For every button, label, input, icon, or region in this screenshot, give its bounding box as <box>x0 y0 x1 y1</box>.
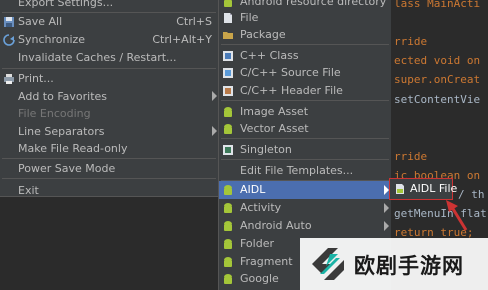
singleton-icon <box>222 144 234 156</box>
menu-item-label: Vector Asset <box>240 122 309 135</box>
menu-item-label: Save All <box>18 15 63 28</box>
menu-separator <box>221 138 389 139</box>
menu-item-label: Fragment <box>240 255 293 268</box>
code-line: super.onCreat <box>394 73 481 86</box>
menu-item-label: Folder <box>240 237 274 250</box>
menu-item-export-settings[interactable]: Export Settings... <box>0 0 218 12</box>
android-icon <box>222 202 234 214</box>
menu-item-label: Make File Read-only <box>18 142 128 155</box>
aidl-submenu: AIDL File <box>389 178 457 200</box>
menu-item-label: Exit <box>18 184 39 197</box>
code-line: setContentVie <box>394 93 481 106</box>
menu-separator <box>2 158 216 159</box>
menu-item-label: Add to Favorites <box>18 90 108 103</box>
android-icon <box>222 273 234 285</box>
menu-item-label: Activity <box>240 201 282 214</box>
android-icon <box>222 0 234 8</box>
android-icon <box>222 123 234 135</box>
print-icon <box>3 73 15 85</box>
menu-item-label: AIDL File <box>410 182 458 195</box>
android-icon <box>222 256 234 268</box>
menu-item-label: Power Save Mode <box>18 162 116 175</box>
menu-item-android-auto[interactable]: Android Auto <box>219 217 391 235</box>
watermark: 欧剧手游网 <box>300 238 488 290</box>
android-icon <box>222 184 234 196</box>
menu-item-add-to-favorites[interactable]: Add to Favorites <box>0 88 218 106</box>
code-line: rride <box>394 150 428 163</box>
menu-separator <box>221 159 389 160</box>
menu-item-cpp-header-file[interactable]: C/C++ Header File <box>219 82 391 100</box>
menu-item-line-separators[interactable]: Line Separators <box>0 123 218 141</box>
menu-item-file-encoding[interactable]: File Encoding <box>0 105 218 123</box>
watermark-text: 欧剧手游网 <box>354 254 464 278</box>
menu-item-label: Image Asset <box>240 105 309 118</box>
menu-item-cpp-source-file[interactable]: C/C++ Source File <box>219 64 391 82</box>
background-area <box>0 197 218 290</box>
menu-item-package[interactable]: Package <box>219 26 391 44</box>
file-menu: Export Settings... Save All Ctrl+S Synch… <box>0 0 219 197</box>
cpp-class-icon <box>222 50 234 62</box>
aidl-file-icon <box>394 183 406 195</box>
menu-item-invalidate-caches[interactable]: Invalidate Caches / Restart... <box>0 49 218 67</box>
package-icon <box>222 29 234 41</box>
sync-icon <box>3 34 15 46</box>
android-icon <box>222 106 234 118</box>
menu-separator <box>221 100 389 101</box>
menu-separator <box>2 178 216 179</box>
menu-separator <box>2 68 216 69</box>
menu-item-singleton[interactable]: Singleton <box>219 141 391 159</box>
submenu-arrow-icon <box>384 203 389 213</box>
submenu-arrow-icon <box>212 91 217 101</box>
code-line: rride <box>394 35 428 48</box>
menu-item-label: Google <box>240 272 279 285</box>
menu-item-label: Line Separators <box>18 125 105 138</box>
menu-item-cpp-class[interactable]: C++ Class <box>219 47 391 65</box>
annotation-arrow-icon <box>446 200 468 231</box>
menu-item-shortcut: Ctrl+Alt+Y <box>152 33 212 46</box>
menu-item-save-all[interactable]: Save All Ctrl+S <box>0 13 218 31</box>
code-line: lass MainActi <box>394 0 481 10</box>
menu-item-label: C++ Class <box>240 49 299 62</box>
menu-item-power-save-mode[interactable]: Power Save Mode <box>0 160 218 178</box>
cpp-source-icon <box>222 67 234 79</box>
menu-item-label: File <box>240 11 259 24</box>
menu-item-label: C/C++ Header File <box>240 84 343 97</box>
menu-item-vector-asset[interactable]: Vector Asset <box>219 120 391 138</box>
code-line: ected void on <box>394 54 481 67</box>
menu-separator <box>221 44 389 45</box>
watermark-logo-icon <box>312 248 344 280</box>
menu-item-label: File Encoding <box>18 107 91 120</box>
cpp-header-icon <box>222 85 234 97</box>
menu-item-label: Android Auto <box>240 219 312 232</box>
menu-item-label: Singleton <box>240 143 292 156</box>
menu-item-label: Invalidate Caches / Restart... <box>18 51 177 64</box>
menu-item-label: Edit File Templates... <box>240 164 354 177</box>
menu-item-label: C/C++ Source File <box>240 66 341 79</box>
menu-item-synchronize[interactable]: Synchronize Ctrl+Alt+Y <box>0 31 218 49</box>
menu-item-aidl[interactable]: AIDL <box>219 181 391 199</box>
menu-item-image-asset[interactable]: Image Asset <box>219 103 391 121</box>
menu-item-file[interactable]: File <box>219 9 391 27</box>
menu-item-label: Synchronize <box>18 33 86 46</box>
save-icon <box>3 16 15 28</box>
menu-item-label: Export Settings... <box>18 0 114 9</box>
menu-item-aidl-file[interactable]: AIDL File <box>390 179 457 197</box>
menu-item-activity[interactable]: Activity <box>219 199 391 217</box>
submenu-arrow-icon <box>384 221 389 231</box>
menu-item-label: Android resource directory <box>240 0 387 8</box>
menu-item-label: AIDL <box>240 183 266 196</box>
menu-item-make-read-only[interactable]: Make File Read-only <box>0 140 218 158</box>
file-icon <box>222 12 234 24</box>
menu-item-label: Package <box>240 28 286 41</box>
android-icon <box>222 238 234 250</box>
menu-item-edit-file-templates[interactable]: Edit File Templates... <box>219 162 391 180</box>
android-icon <box>222 220 234 232</box>
menu-item-label: Print... <box>18 72 54 85</box>
menu-item-shortcut: Ctrl+S <box>176 15 212 28</box>
submenu-arrow-icon <box>212 126 217 136</box>
menu-item-print[interactable]: Print... <box>0 70 218 88</box>
